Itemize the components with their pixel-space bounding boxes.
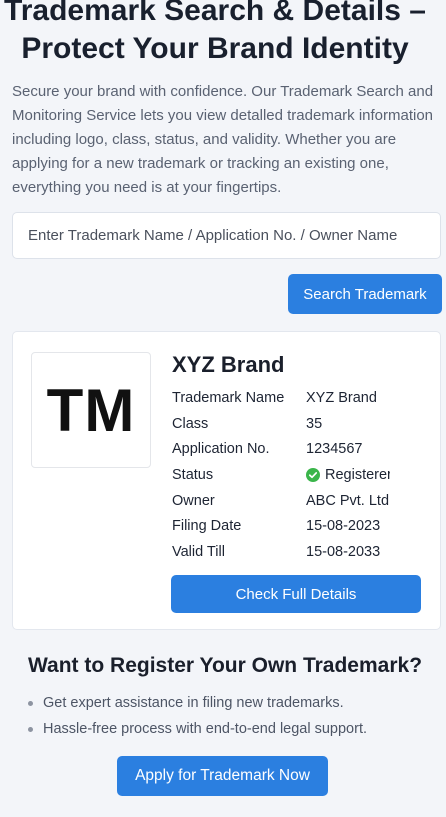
detail-value: 1234567 xyxy=(306,441,363,458)
detail-value: 35 xyxy=(306,415,323,432)
benefits-list: Get expert assistance in filing new trad… xyxy=(28,690,367,742)
detail-row-filing-date: Filing Date 15-08-2023 xyxy=(172,513,432,539)
bullet-icon xyxy=(28,726,33,732)
trademark-details: Trademark Name XYZ Brand Class 35 Applic… xyxy=(172,385,432,565)
detail-row-valid-till: Valid Till 15-08-2033 xyxy=(172,539,432,565)
detail-label: Status xyxy=(172,466,214,483)
detail-label: Trademark Name xyxy=(172,389,285,406)
status-value: Registerer xyxy=(306,467,390,483)
list-item: Get expert assistance in filing new trad… xyxy=(28,690,367,716)
detail-row-trademark-name: Trademark Name XYZ Brand xyxy=(172,385,432,411)
intro-text: Secure your brand with confidence. Our T… xyxy=(12,83,434,196)
detail-label: Filing Date xyxy=(172,518,242,535)
list-item: Hassle-free process with end-to-end lega… xyxy=(28,716,367,742)
apply-trademark-button[interactable]: Apply for Trademark Now xyxy=(117,756,328,796)
detail-label: Owner xyxy=(172,492,215,509)
detail-row-class: Class 35 xyxy=(172,411,432,437)
trademark-logo-text: TM xyxy=(46,376,136,444)
trademark-logo: TM xyxy=(31,352,151,468)
brand-name: XYZ Brand xyxy=(172,352,285,377)
check-circle-icon xyxy=(306,467,320,482)
search-button[interactable]: Search Trademark xyxy=(288,274,442,314)
status-text: Registerer xyxy=(325,466,390,483)
register-section-title: Want to Register Your Own Trademark? xyxy=(28,654,423,677)
detail-value: 15-08-2023 xyxy=(306,518,381,535)
detail-row-application-no: Application No. 1234567 xyxy=(172,436,432,462)
detail-row-owner: Owner ABC Pvt. Ltd. xyxy=(172,488,432,514)
detail-value: XYZ Brand xyxy=(306,389,377,406)
detail-label: Application No. xyxy=(172,441,270,458)
search-input[interactable] xyxy=(12,212,441,259)
detail-value: ABC Pvt. Ltd. xyxy=(306,492,390,509)
benefit-text: Hassle-free process with end-to-end lega… xyxy=(43,721,367,737)
detail-row-status: Status Registerer xyxy=(172,462,432,488)
check-full-details-button[interactable]: Check Full Details xyxy=(171,575,421,613)
detail-label: Class xyxy=(172,415,209,432)
detail-value: 15-08-2033 xyxy=(306,543,381,560)
trademark-result-card: TM XYZ Brand Trademark Name XYZ Brand Cl… xyxy=(12,331,441,630)
page-title: Trademark Search & Details – Protect You… xyxy=(4,0,426,65)
benefit-text: Get expert assistance in filing new trad… xyxy=(43,695,344,711)
bullet-icon xyxy=(28,700,33,706)
detail-label: Valid Till xyxy=(172,543,225,560)
